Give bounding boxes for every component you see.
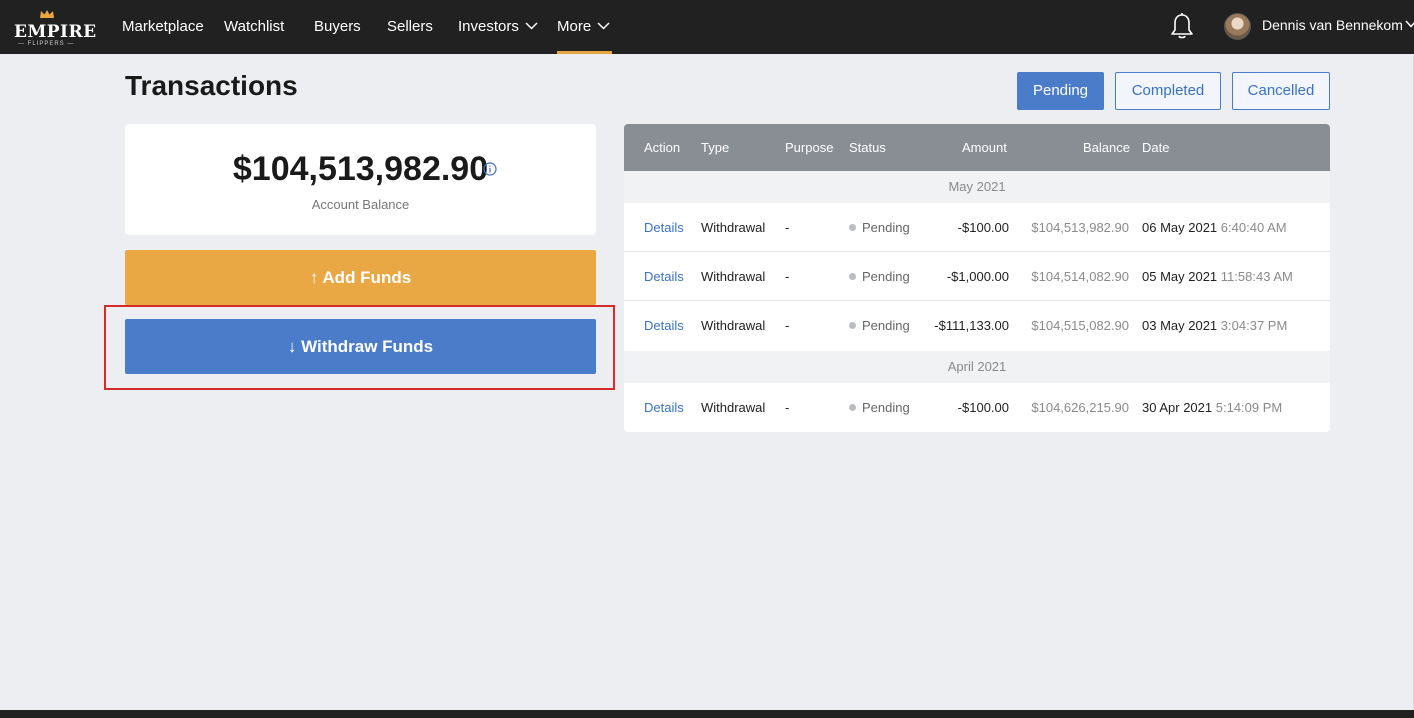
type-cell: Withdrawal xyxy=(701,400,766,415)
type-cell: Withdrawal xyxy=(701,318,766,333)
withdraw-funds-button[interactable]: ↓ Withdraw Funds xyxy=(125,319,596,374)
details-link[interactable]: Details xyxy=(644,220,684,235)
balance-cell: $104,626,215.90 xyxy=(1031,400,1129,415)
filter-pending-button[interactable]: Pending xyxy=(1017,72,1104,110)
bottom-bar xyxy=(0,710,1414,718)
page-title: Transactions xyxy=(125,70,298,101)
column-header-balance: Balance xyxy=(1083,140,1130,155)
logo-word: EMPIRE xyxy=(14,22,97,42)
chevron-down-icon xyxy=(597,22,610,30)
add-funds-button[interactable]: ↑ Add Funds xyxy=(125,250,596,305)
group-header-april-2021: April 2021 xyxy=(624,351,1330,383)
amount-cell: -$111,133.00 xyxy=(934,318,1009,333)
table-row: Details Withdrawal - Pending -$111,133.0… xyxy=(624,301,1330,350)
status-text: Pending xyxy=(862,318,910,333)
date-cell: 05 May 2021 11:58:43 AM xyxy=(1142,269,1293,284)
add-funds-label: Add Funds xyxy=(322,268,412,287)
balance-cell: $104,513,982.90 xyxy=(1031,220,1129,235)
chevron-down-icon[interactable] xyxy=(1405,20,1414,28)
status-cell: Pending xyxy=(849,269,910,284)
status-dot-icon xyxy=(849,322,856,330)
balance-card: $104,513,982.90 Account Balance xyxy=(125,124,596,235)
info-icon[interactable] xyxy=(483,162,497,176)
table-header: Action Type Purpose Status Amount Balanc… xyxy=(624,124,1330,171)
amount-cell: -$100.00 xyxy=(957,400,1009,415)
status-text: Pending xyxy=(862,269,910,284)
date-text: 03 May 2021 xyxy=(1142,318,1218,333)
nav-item-marketplace[interactable]: Marketplace xyxy=(122,17,204,37)
column-header-action: Action xyxy=(644,140,681,155)
column-header-status: Status xyxy=(849,140,886,155)
table-row: Details Withdrawal - Pending -$1,000.00 … xyxy=(624,252,1330,301)
logo-subtext: — FLIPPERS — xyxy=(18,41,75,47)
nav-item-sellers[interactable]: Sellers xyxy=(387,17,433,37)
details-link[interactable]: Details xyxy=(644,400,684,415)
date-cell: 30 Apr 2021 5:14:09 PM xyxy=(1142,400,1282,415)
details-link[interactable]: Details xyxy=(644,269,684,284)
table-row: Details Withdrawal - Pending -$100.00 $1… xyxy=(624,203,1330,252)
active-nav-indicator xyxy=(557,51,612,54)
arrow-up-icon: ↑ xyxy=(309,268,319,287)
chevron-down-icon xyxy=(525,22,538,30)
table-row: Details Withdrawal - Pending -$100.00 $1… xyxy=(624,383,1330,432)
empire-flippers-logo[interactable]: EMPIRE — FLIPPERS — xyxy=(12,8,96,48)
account-balance-label: Account Balance xyxy=(311,197,410,212)
column-header-amount: Amount xyxy=(962,140,1007,155)
group-header-may-2021: May 2021 xyxy=(624,171,1330,203)
nav-item-investors-label: Investors xyxy=(458,18,519,35)
type-cell: Withdrawal xyxy=(701,220,766,235)
amount-cell: -$1,000.00 xyxy=(946,269,1009,284)
status-dot-icon xyxy=(849,224,856,232)
nav-item-watchlist[interactable]: Watchlist xyxy=(224,17,284,37)
nav-item-more[interactable]: More xyxy=(557,17,610,37)
arrow-down-icon: ↓ xyxy=(287,337,297,356)
date-cell: 03 May 2021 3:04:37 PM xyxy=(1142,318,1287,333)
time-text: 5:14:09 PM xyxy=(1215,400,1283,415)
nav-item-buyers[interactable]: Buyers xyxy=(314,17,361,37)
filter-cancelled-button[interactable]: Cancelled xyxy=(1232,72,1330,110)
purpose-cell: - xyxy=(785,318,790,333)
date-text: 06 May 2021 xyxy=(1142,220,1218,235)
time-text: 11:58:43 AM xyxy=(1220,269,1293,284)
status-cell: Pending xyxy=(849,400,910,415)
nav-item-investors[interactable]: Investors xyxy=(458,17,538,37)
details-link[interactable]: Details xyxy=(644,318,684,333)
time-text: 3:04:37 PM xyxy=(1220,318,1288,333)
filter-completed-button[interactable]: Completed xyxy=(1115,72,1221,110)
column-header-purpose: Purpose xyxy=(785,140,834,155)
crown-icon xyxy=(40,10,54,18)
top-nav: EMPIRE — FLIPPERS — Marketplace Watchlis… xyxy=(0,0,1414,54)
column-header-type: Type xyxy=(701,140,730,155)
date-cell: 06 May 2021 6:40:40 AM xyxy=(1142,220,1287,235)
purpose-cell: - xyxy=(785,400,790,415)
account-balance-amount: $104,513,982.90 xyxy=(232,150,489,188)
transactions-table: Action Type Purpose Status Amount Balanc… xyxy=(624,124,1330,432)
time-text: 6:40:40 AM xyxy=(1220,220,1287,235)
nav-item-more-label: More xyxy=(557,18,592,35)
status-text: Pending xyxy=(862,400,910,415)
type-cell: Withdrawal xyxy=(701,269,766,284)
column-header-date: Date xyxy=(1142,140,1170,155)
balance-cell: $104,514,082.90 xyxy=(1031,269,1129,284)
status-dot-icon xyxy=(849,273,856,281)
purpose-cell: - xyxy=(785,220,790,235)
purpose-cell: - xyxy=(785,269,790,284)
avatar[interactable] xyxy=(1224,13,1251,40)
balance-cell: $104,515,082.90 xyxy=(1031,318,1129,333)
amount-cell: -$100.00 xyxy=(957,220,1009,235)
user-name[interactable]: Dennis van Bennekom xyxy=(1262,17,1403,33)
bell-icon[interactable] xyxy=(1170,12,1194,40)
date-text: 30 Apr 2021 xyxy=(1142,400,1213,415)
status-cell: Pending xyxy=(849,220,910,235)
status-text: Pending xyxy=(862,220,910,235)
withdraw-funds-label: Withdraw Funds xyxy=(301,337,434,356)
status-dot-icon xyxy=(849,404,856,412)
date-text: 05 May 2021 xyxy=(1142,269,1218,284)
status-cell: Pending xyxy=(849,318,910,333)
